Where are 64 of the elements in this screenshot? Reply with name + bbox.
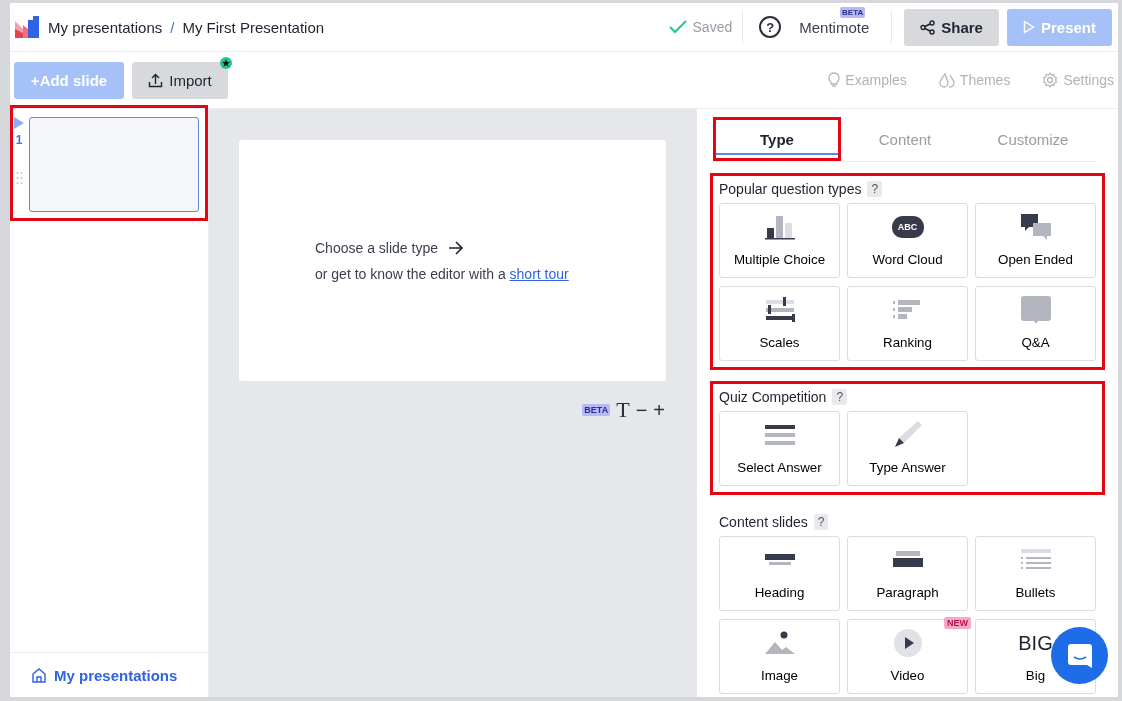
play-icon	[1022, 20, 1035, 34]
slide-type-card[interactable]: Heading	[719, 536, 840, 611]
bar-chart-icon	[763, 214, 796, 240]
paragraph-icon	[891, 550, 924, 570]
lines-icon	[763, 423, 796, 447]
slide-type-prompt: Choose a slide type	[315, 239, 438, 256]
slide-type-card[interactable]: Video NEW	[847, 619, 968, 694]
my-presentations-link[interactable]: My presentations	[54, 666, 178, 684]
slide-type-card[interactable]: Multiple Choice	[719, 203, 840, 278]
text-size-icon[interactable]: T	[616, 397, 630, 423]
sliders-icon	[763, 297, 796, 323]
drop-icon	[938, 72, 955, 88]
tour-hint: or get to know the editor with a short tour	[315, 265, 570, 282]
slide-type-card[interactable]: Open Ended	[975, 203, 1096, 278]
settings-icon	[1042, 72, 1059, 88]
share-button[interactable]: Share	[904, 8, 999, 46]
increase-text-button[interactable]: +	[653, 398, 665, 422]
help-icon[interactable]: ?	[832, 389, 848, 405]
chat-icon	[1066, 642, 1093, 669]
new-badge: NEW	[944, 617, 971, 629]
arrow-right-icon	[447, 240, 464, 255]
presentation-title[interactable]: My First Presentation	[182, 18, 325, 36]
slide-thumbnail[interactable]	[29, 117, 199, 212]
slide-type-card[interactable]: Image	[719, 619, 840, 694]
section-title: Content slides	[719, 514, 808, 530]
slide-type-card[interactable]: Bullets	[975, 536, 1096, 611]
image-icon	[763, 631, 796, 655]
current-slide-icon	[14, 117, 24, 129]
slide-type-card[interactable]: Ranking	[847, 286, 968, 361]
section-title: Popular question types	[719, 181, 862, 197]
cloud-icon: ABC	[891, 216, 924, 238]
slide-type-card[interactable]: Type Answer	[847, 411, 968, 486]
breadcrumb-separator: /	[170, 18, 175, 36]
slide-type-card[interactable]: ABC Word Cloud	[847, 203, 968, 278]
decrease-text-button[interactable]: −	[635, 398, 648, 422]
help-icon[interactable]: ?	[759, 16, 782, 38]
slide-number: 1	[15, 133, 23, 147]
drag-handle-icon[interactable]	[15, 171, 23, 185]
speech-bubble-icon	[1019, 295, 1052, 325]
mentimote-button[interactable]: Mentimote	[799, 18, 870, 36]
speech-bubbles-icon	[1019, 213, 1052, 241]
lightbulb-icon	[828, 72, 841, 88]
play-icon	[892, 628, 923, 658]
section-title: Quiz Competition	[719, 389, 827, 405]
heading-icon	[763, 552, 796, 568]
slide-type-card[interactable]: Select Answer	[719, 411, 840, 486]
help-icon[interactable]: ?	[867, 181, 883, 197]
logo-icon[interactable]	[14, 15, 40, 39]
beta-badge: BETA	[840, 7, 866, 18]
home-icon	[32, 667, 46, 683]
upload-icon	[148, 72, 164, 88]
bullet-list-icon	[1019, 549, 1052, 571]
big-text-icon: BIG	[1018, 631, 1053, 655]
help-icon[interactable]: ?	[813, 514, 829, 530]
beta-badge: BETA	[582, 404, 611, 416]
slide-type-card[interactable]: Q&A	[975, 286, 1096, 361]
saved-status: Saved	[692, 19, 733, 35]
short-tour-link[interactable]: short tour	[509, 265, 569, 282]
slide-type-card[interactable]: Paragraph	[847, 536, 968, 611]
tab[interactable]: Type	[713, 117, 841, 161]
slide-type-card[interactable]: Scales	[719, 286, 840, 361]
breadcrumb-link[interactable]: My presentations	[48, 18, 163, 36]
check-icon	[668, 20, 687, 34]
share-icon	[920, 19, 936, 35]
